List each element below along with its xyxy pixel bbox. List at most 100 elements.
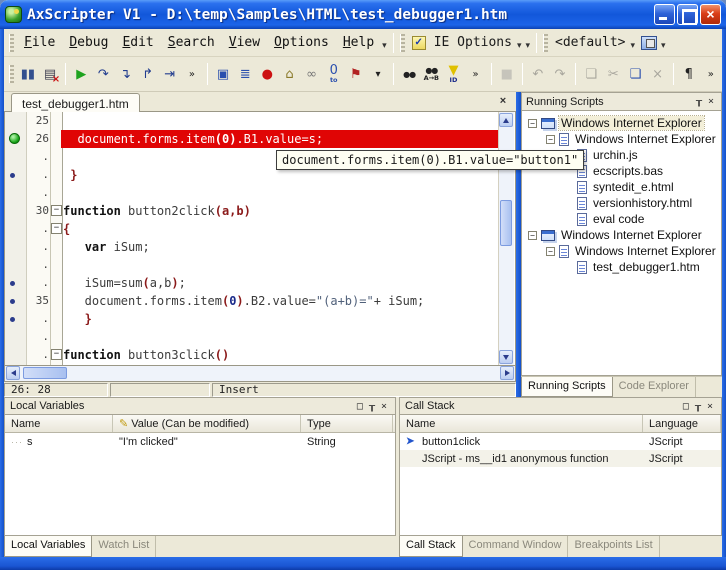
close-panel-icon[interactable]: × bbox=[705, 96, 717, 107]
menu-debug[interactable]: Debug bbox=[62, 32, 115, 53]
tab-local-variables[interactable]: Local Variables bbox=[4, 536, 93, 557]
menu-grip-handle[interactable] bbox=[543, 33, 549, 52]
tab-command-window[interactable]: Command Window bbox=[463, 536, 569, 557]
tab-code-explorer[interactable]: Code Explorer bbox=[613, 377, 696, 397]
tree-item[interactable]: eval code bbox=[564, 211, 646, 227]
code-line[interactable]: . } bbox=[5, 310, 515, 328]
tab-watch-list[interactable]: Watch List bbox=[92, 536, 157, 557]
table-row[interactable]: ··· s "I'm clicked" String bbox=[5, 433, 395, 450]
column-header-language[interactable]: Language bbox=[643, 415, 721, 432]
code-line[interactable]: . −{ bbox=[5, 220, 515, 238]
code-line[interactable]: 25 bbox=[5, 112, 515, 130]
menu-view[interactable]: View bbox=[222, 32, 267, 53]
run-commands-chevron[interactable]: » bbox=[181, 63, 203, 85]
tab-running-scripts[interactable]: Running Scripts bbox=[521, 377, 613, 397]
abort-script-icon[interactable]: ▤ × bbox=[39, 63, 61, 85]
editor-horizontal-scrollbar[interactable] bbox=[4, 366, 516, 382]
menu-options[interactable]: Options bbox=[267, 32, 336, 53]
code-line[interactable]: . var iSum; bbox=[5, 238, 515, 256]
pin-icon[interactable]: ┰ bbox=[692, 401, 704, 412]
fold-collapse-icon[interactable]: − bbox=[51, 205, 62, 216]
table-row[interactable]: JScript - ms__id1 anonymous function JScr… bbox=[400, 450, 721, 467]
menu-grip-handle[interactable] bbox=[9, 33, 14, 52]
column-header-name[interactable]: Name bbox=[5, 415, 113, 432]
pin-icon[interactable]: ┰ bbox=[693, 96, 705, 107]
tab-call-stack[interactable]: Call Stack bbox=[399, 536, 463, 557]
step-over-icon[interactable]: ↷ bbox=[92, 63, 114, 85]
column-header-name[interactable]: Name bbox=[400, 415, 643, 432]
running-windows-icon[interactable]: ▣ bbox=[212, 63, 234, 85]
tree-expand-icon[interactable]: − bbox=[528, 230, 537, 240]
column-header-type[interactable]: Type bbox=[301, 415, 393, 432]
bookmark-dropdown-chevron[interactable]: ▾ bbox=[367, 63, 389, 85]
column-header-value-can-be-modified-[interactable]: ✎ Value (Can be modified) bbox=[113, 415, 301, 432]
menu-help[interactable]: Help bbox=[336, 32, 381, 53]
step-into-icon[interactable]: ↴ bbox=[114, 63, 136, 85]
tree-expand-icon[interactable]: − bbox=[546, 246, 555, 256]
local-variables-table[interactable]: Name ✎ Value (Can be modified) Type ··· s "I'm… bbox=[4, 415, 396, 536]
code-line[interactable]: . iSum=sum(a,b); bbox=[5, 274, 515, 292]
save-profile-icon[interactable] bbox=[641, 35, 658, 50]
scroll-left-button[interactable] bbox=[6, 366, 20, 380]
tree-item[interactable]: − Windows Internet Explorer bbox=[546, 131, 718, 147]
breakpoint-pause-icon[interactable]: ▮▮ bbox=[17, 63, 39, 85]
float-panel-icon[interactable]: □ bbox=[680, 401, 692, 412]
watch-glasses-icon[interactable]: ∞ bbox=[301, 63, 323, 85]
toolbar-grip-handle[interactable] bbox=[9, 65, 14, 83]
edit-chevron[interactable]: » bbox=[700, 63, 722, 85]
tree-item[interactable]: test_debugger1.htm bbox=[564, 259, 702, 275]
fold-collapse-icon[interactable]: − bbox=[51, 349, 62, 360]
maximize-button[interactable] bbox=[677, 4, 698, 25]
profile-selector[interactable]: <default> bbox=[551, 32, 629, 53]
table-row[interactable]: ➤ button1click JScript bbox=[400, 433, 721, 450]
menu-search[interactable]: Search bbox=[161, 32, 222, 53]
close-button[interactable]: × bbox=[700, 4, 721, 25]
paste-icon[interactable]: ❏ bbox=[624, 63, 646, 85]
tree-item[interactable]: − Windows Internet Explorer bbox=[528, 227, 704, 243]
tree-item[interactable]: − Windows Internet Explorer bbox=[528, 115, 705, 131]
tree-item[interactable]: syntedit_e.html bbox=[564, 179, 676, 195]
call-tree-icon[interactable]: ≣ bbox=[234, 63, 256, 85]
menu-edit[interactable]: Edit bbox=[115, 32, 160, 53]
bookmark-icon[interactable]: ⚑ bbox=[345, 63, 367, 85]
call-stack-table[interactable]: Name Language ➤ button1click JScript JScript … bbox=[399, 415, 722, 536]
ie-options-dropdown-chevron[interactable]: ▾ bbox=[516, 34, 525, 51]
tree-expand-icon[interactable]: − bbox=[546, 134, 555, 144]
float-panel-icon[interactable]: □ bbox=[354, 401, 366, 412]
menu-file[interactable]: File bbox=[17, 32, 62, 53]
show-paragraph-icon[interactable]: ¶ bbox=[678, 63, 700, 85]
goto-line-icon[interactable]: 0 to bbox=[323, 63, 345, 85]
profile-overflow-chevron[interactable]: ▾ bbox=[660, 34, 669, 51]
horizontal-scroll-thumb[interactable] bbox=[23, 367, 67, 379]
editor-panel-splitter[interactable] bbox=[516, 92, 521, 397]
scroll-down-button[interactable] bbox=[499, 350, 513, 364]
search-chevron[interactable]: » bbox=[465, 63, 487, 85]
menu-overflow-chevron[interactable]: ▾ bbox=[381, 34, 390, 51]
tree-expand-icon[interactable]: − bbox=[528, 118, 537, 128]
tree-item[interactable]: − Windows Internet Explorer bbox=[546, 243, 718, 259]
code-line[interactable]: . − function button3click() bbox=[5, 346, 515, 364]
tab-close-icon[interactable]: × bbox=[496, 95, 510, 109]
tab-test-debugger1[interactable]: test_debugger1.htm bbox=[11, 93, 140, 112]
run-to-cursor-icon[interactable]: ⇥ bbox=[159, 63, 181, 85]
current-execution-line[interactable]: 26 document.forms.item(0).B1.value=s; bbox=[5, 130, 515, 148]
scroll-up-button[interactable] bbox=[499, 113, 513, 127]
tab-breakpoints-list[interactable]: Breakpoints List bbox=[568, 536, 660, 557]
toggle-breakpoint-icon[interactable]: ● bbox=[256, 63, 278, 85]
menu-grip-handle[interactable] bbox=[399, 33, 405, 52]
close-panel-icon[interactable]: × bbox=[704, 401, 716, 412]
code-line[interactable]: 35 document.forms.item(0).B2.value="(a+b… bbox=[5, 292, 515, 310]
filter-id-icon[interactable]: ▼ ID bbox=[442, 63, 464, 85]
minimize-button[interactable] bbox=[654, 4, 675, 25]
browser-page-icon[interactable]: ⌂ bbox=[278, 63, 300, 85]
step-out-icon[interactable]: ↱ bbox=[137, 63, 159, 85]
code-line[interactable]: 30− function button2click(a,b) bbox=[5, 202, 515, 220]
code-line[interactable]: . bbox=[5, 328, 515, 346]
menu-ie-options[interactable]: IE Options bbox=[430, 32, 516, 53]
toolbar-overflow-chevron[interactable]: ▾ bbox=[525, 34, 534, 51]
vertical-scroll-thumb[interactable] bbox=[500, 200, 512, 246]
pin-icon[interactable]: ┰ bbox=[366, 401, 378, 412]
code-line[interactable]: . bbox=[5, 256, 515, 274]
tree-item[interactable]: versionhistory.html bbox=[564, 195, 694, 211]
profile-dropdown-chevron[interactable]: ▾ bbox=[629, 34, 638, 51]
